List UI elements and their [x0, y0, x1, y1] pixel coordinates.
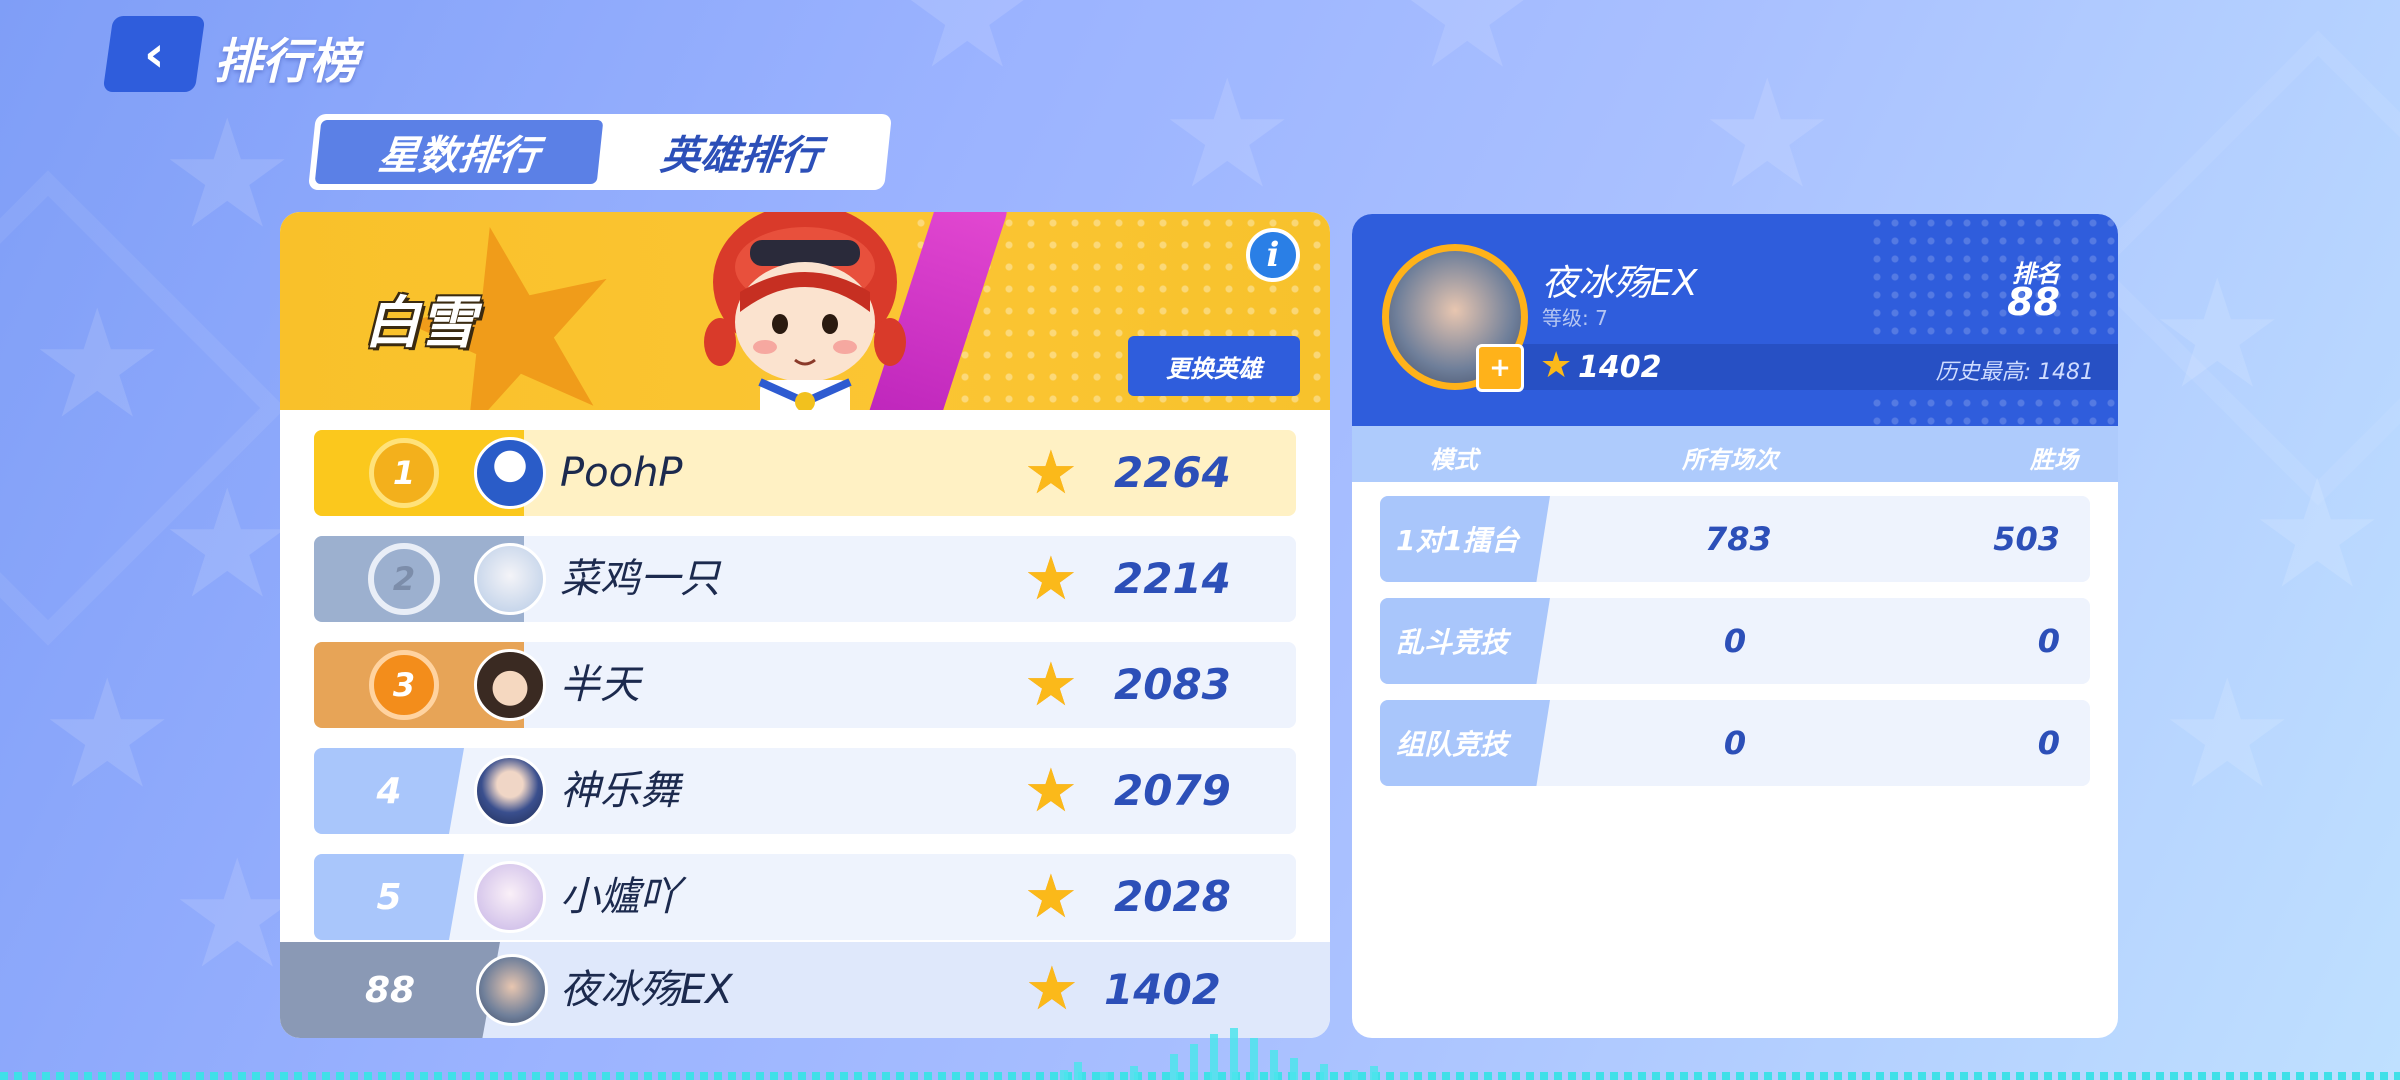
rank-value: 88 [2007, 280, 2060, 324]
star-icon: ★ [1025, 954, 1079, 1024]
leaderboard-row[interactable]: 1 PoohP ★ 2264 [314, 430, 1296, 516]
stat-all-matches: 0 [1723, 622, 1747, 660]
profile-header: + 夜冰殇EX 等级: 7 排名 88 ★ 1402 历史最高: 1481 [1352, 214, 2118, 426]
leaderboard-row[interactable]: 3 半天 ★ 2083 [314, 642, 1296, 728]
player-name: 小爐吖 [560, 874, 680, 920]
tab-hero-ranking[interactable]: 英雄排行 [597, 120, 886, 184]
tab-bar: 星数排行 英雄排行 [308, 114, 892, 190]
leaderboard-row[interactable]: 4 神乐舞 ★ 2079 [314, 748, 1296, 834]
stat-mode: 组队竞技 [1380, 700, 1550, 786]
player-name: 夜冰殇EX [560, 967, 733, 1013]
leaderboard-row[interactable]: 2 菜鸡一只 ★ 2214 [314, 536, 1296, 622]
player-name: PoohP [560, 450, 683, 496]
star-count: 2214 [1114, 554, 1231, 603]
leaderboard-row[interactable]: 5 小爐吖 ★ 2028 [314, 854, 1296, 940]
page-title: 排行榜 [214, 34, 359, 90]
star-count: 2028 [1114, 872, 1231, 921]
avatar [474, 437, 546, 509]
star-icon: ★ [1024, 756, 1078, 826]
bronze-medal-icon: 3 [369, 650, 439, 720]
star-icon: ★ [1024, 438, 1078, 508]
stat-mode: 1对1擂台 [1380, 496, 1550, 582]
rank-badge: 5 [314, 854, 464, 940]
stat-all-matches: 783 [1705, 520, 1772, 558]
stat-wins: 0 [2037, 622, 2060, 660]
stat-wins: 0 [2037, 724, 2060, 762]
tab-star-ranking[interactable]: 星数排行 [314, 120, 604, 184]
star-icon: ★ [1024, 650, 1078, 720]
stats-row: 组队竞技 0 0 [1380, 700, 2090, 786]
player-name: 半天 [560, 662, 640, 708]
header-mode: 模式 [1430, 446, 1478, 474]
star-count: 2079 [1114, 766, 1231, 815]
star-icon: ★ [1540, 345, 1573, 386]
star-icon: ★ [1024, 544, 1078, 614]
change-hero-button[interactable]: 更换英雄 [1128, 336, 1300, 396]
leaderboard-panel: ★ 白雪 i 更换英雄 1 PoohP ★ 2264 2 菜鸡一只 ★ 2214… [280, 212, 1330, 1038]
stat-mode: 乱斗竞技 [1380, 598, 1550, 684]
back-button[interactable]: ‹ [102, 16, 206, 92]
hero-banner: ★ 白雪 i 更换英雄 [280, 212, 1330, 410]
player-name: 菜鸡一只 [560, 556, 720, 602]
profile-level: 等级: 7 [1542, 306, 1608, 330]
star-count: 2264 [1114, 448, 1231, 497]
hero-portrait [704, 212, 906, 410]
avatar [474, 755, 546, 827]
stat-all-matches: 0 [1723, 724, 1747, 762]
star-icon: ★ [1024, 862, 1078, 932]
player-name: 神乐舞 [560, 768, 680, 814]
rank-badge: 4 [314, 748, 464, 834]
header-wins: 胜场 [2030, 446, 2078, 474]
avatar [474, 543, 546, 615]
stat-wins: 503 [1993, 520, 2060, 558]
my-rank-badge: 88 [280, 942, 500, 1038]
silver-medal-icon: 2 [368, 543, 440, 615]
stats-row: 乱斗竞技 0 0 [1380, 598, 2090, 684]
avatar [474, 861, 546, 933]
profile-name: 夜冰殇EX [1542, 263, 1698, 304]
profile-star-count: 1402 [1578, 350, 1662, 385]
stats-header: 模式 所有场次 胜场 [1352, 426, 2118, 482]
avatar [474, 649, 546, 721]
avatar [476, 954, 548, 1026]
star-count: 2083 [1114, 660, 1231, 709]
chevron-left-icon: ‹ [143, 25, 165, 83]
info-icon[interactable]: i [1246, 228, 1300, 282]
add-friend-icon[interactable]: + [1476, 344, 1524, 392]
profile-panel: + 夜冰殇EX 等级: 7 排名 88 ★ 1402 历史最高: 1481 模式… [1352, 214, 2118, 1038]
history-best: 历史最高: 1481 [1935, 360, 2094, 385]
gold-medal-icon: 1 [369, 438, 439, 508]
header-all-matches: 所有场次 [1682, 446, 1778, 474]
hero-name: 白雪 [364, 291, 476, 356]
stats-row: 1对1擂台 783 503 [1380, 496, 2090, 582]
equalizer-spikes [1040, 1020, 1500, 1080]
